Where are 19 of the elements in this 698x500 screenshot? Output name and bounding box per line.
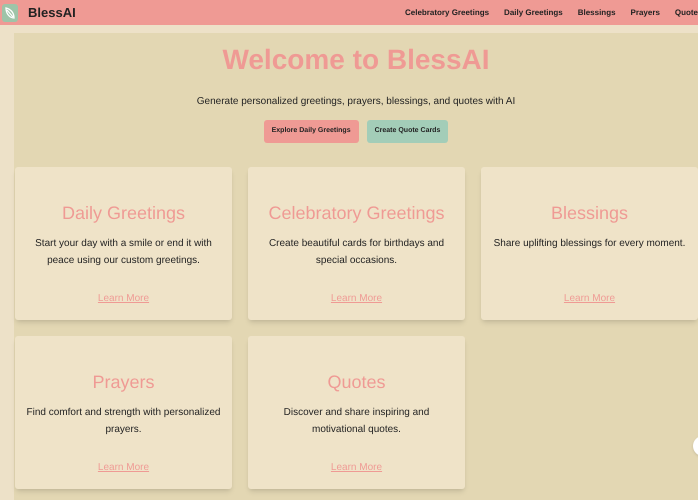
card-description: Discover and share inspiring and motivational quotes. <box>282 406 430 437</box>
card-description: Share uplifting blessings for every moment. <box>494 237 686 251</box>
card-title: Blessings <box>550 202 628 225</box>
hero-title: Welcome to BlessAI <box>221 43 491 77</box>
card-description: Create beautiful cards for birthdays and special occasions. <box>268 237 446 268</box>
nav-link[interactable]: Celebratory Greetings <box>405 6 490 18</box>
card-description: Find comfort and strength with personalized prayers. <box>26 406 222 437</box>
nav-link[interactable]: Daily Greetings <box>504 6 563 18</box>
card-title: Prayers <box>92 371 154 394</box>
hero-subtitle: Generate personalized greetings, prayers, blessings, and quotes with AI <box>196 95 516 109</box>
brand-name[interactable]: BlessAI <box>28 2 76 22</box>
nav-link[interactable]: Blessings <box>578 6 616 18</box>
leaf-logo-icon <box>2 4 18 22</box>
card-description: Start your day with a smile or end it with peace using our custom greetings. <box>34 237 213 268</box>
card-title: Quotes <box>327 371 386 394</box>
nav-link[interactable]: Prayers <box>630 6 660 18</box>
card-title: Celebratory Greetings <box>268 202 445 225</box>
card-title: Daily Greetings <box>62 202 186 225</box>
nav-link[interactable]: Quote <box>674 6 698 18</box>
